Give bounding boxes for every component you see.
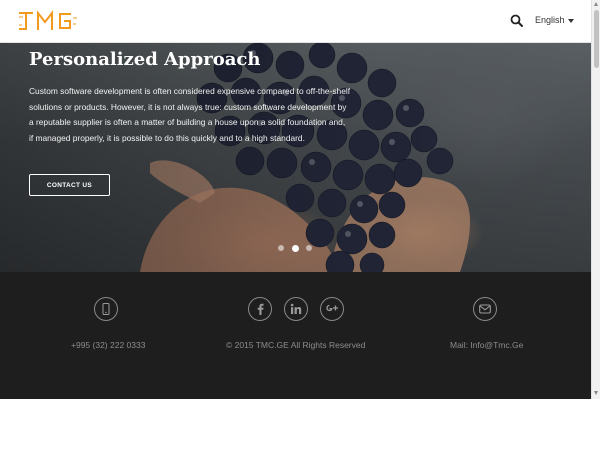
language-dropdown[interactable]: English — [535, 15, 574, 25]
footer-mail[interactable]: Mail: Info@Tmc.Ge — [450, 340, 523, 350]
scroll-down-arrow-icon[interactable] — [594, 391, 598, 395]
slider-dot-1[interactable] — [278, 245, 284, 251]
tmc-logo[interactable] — [18, 9, 78, 33]
search-icon[interactable] — [510, 14, 524, 28]
linkedin-icon[interactable] — [284, 297, 308, 321]
envelope-icon[interactable] — [473, 297, 497, 321]
facebook-icon[interactable] — [248, 297, 272, 321]
footer-copyright: © 2015 TMC.GE All Rights Reserved — [226, 340, 366, 350]
contact-us-button[interactable]: CONTACT US — [29, 174, 110, 196]
site-header: English — [0, 0, 591, 43]
slider-dot-2[interactable] — [292, 244, 299, 252]
slider-dot-3[interactable] — [306, 245, 312, 251]
site-footer: +995 (32) 222 0333 © 2015 TMC.GE All Rig… — [0, 272, 591, 399]
scrollbar-thumb[interactable] — [594, 10, 599, 68]
google-plus-icon[interactable] — [320, 297, 344, 321]
mobile-icon[interactable] — [94, 297, 118, 321]
footer-phone: +995 (32) 222 0333 — [71, 340, 146, 350]
caret-down-icon — [567, 18, 574, 23]
vertical-scrollbar[interactable] — [591, 0, 600, 399]
hero-description: Custom software development is often con… — [29, 86, 351, 143]
scroll-up-arrow-icon[interactable] — [594, 2, 598, 6]
hero-title: Personalized Approach — [29, 49, 261, 70]
language-label: English — [535, 15, 565, 25]
hero-overlay — [0, 43, 591, 272]
hero-slider: Personalized Approach Custom software de… — [0, 43, 591, 272]
